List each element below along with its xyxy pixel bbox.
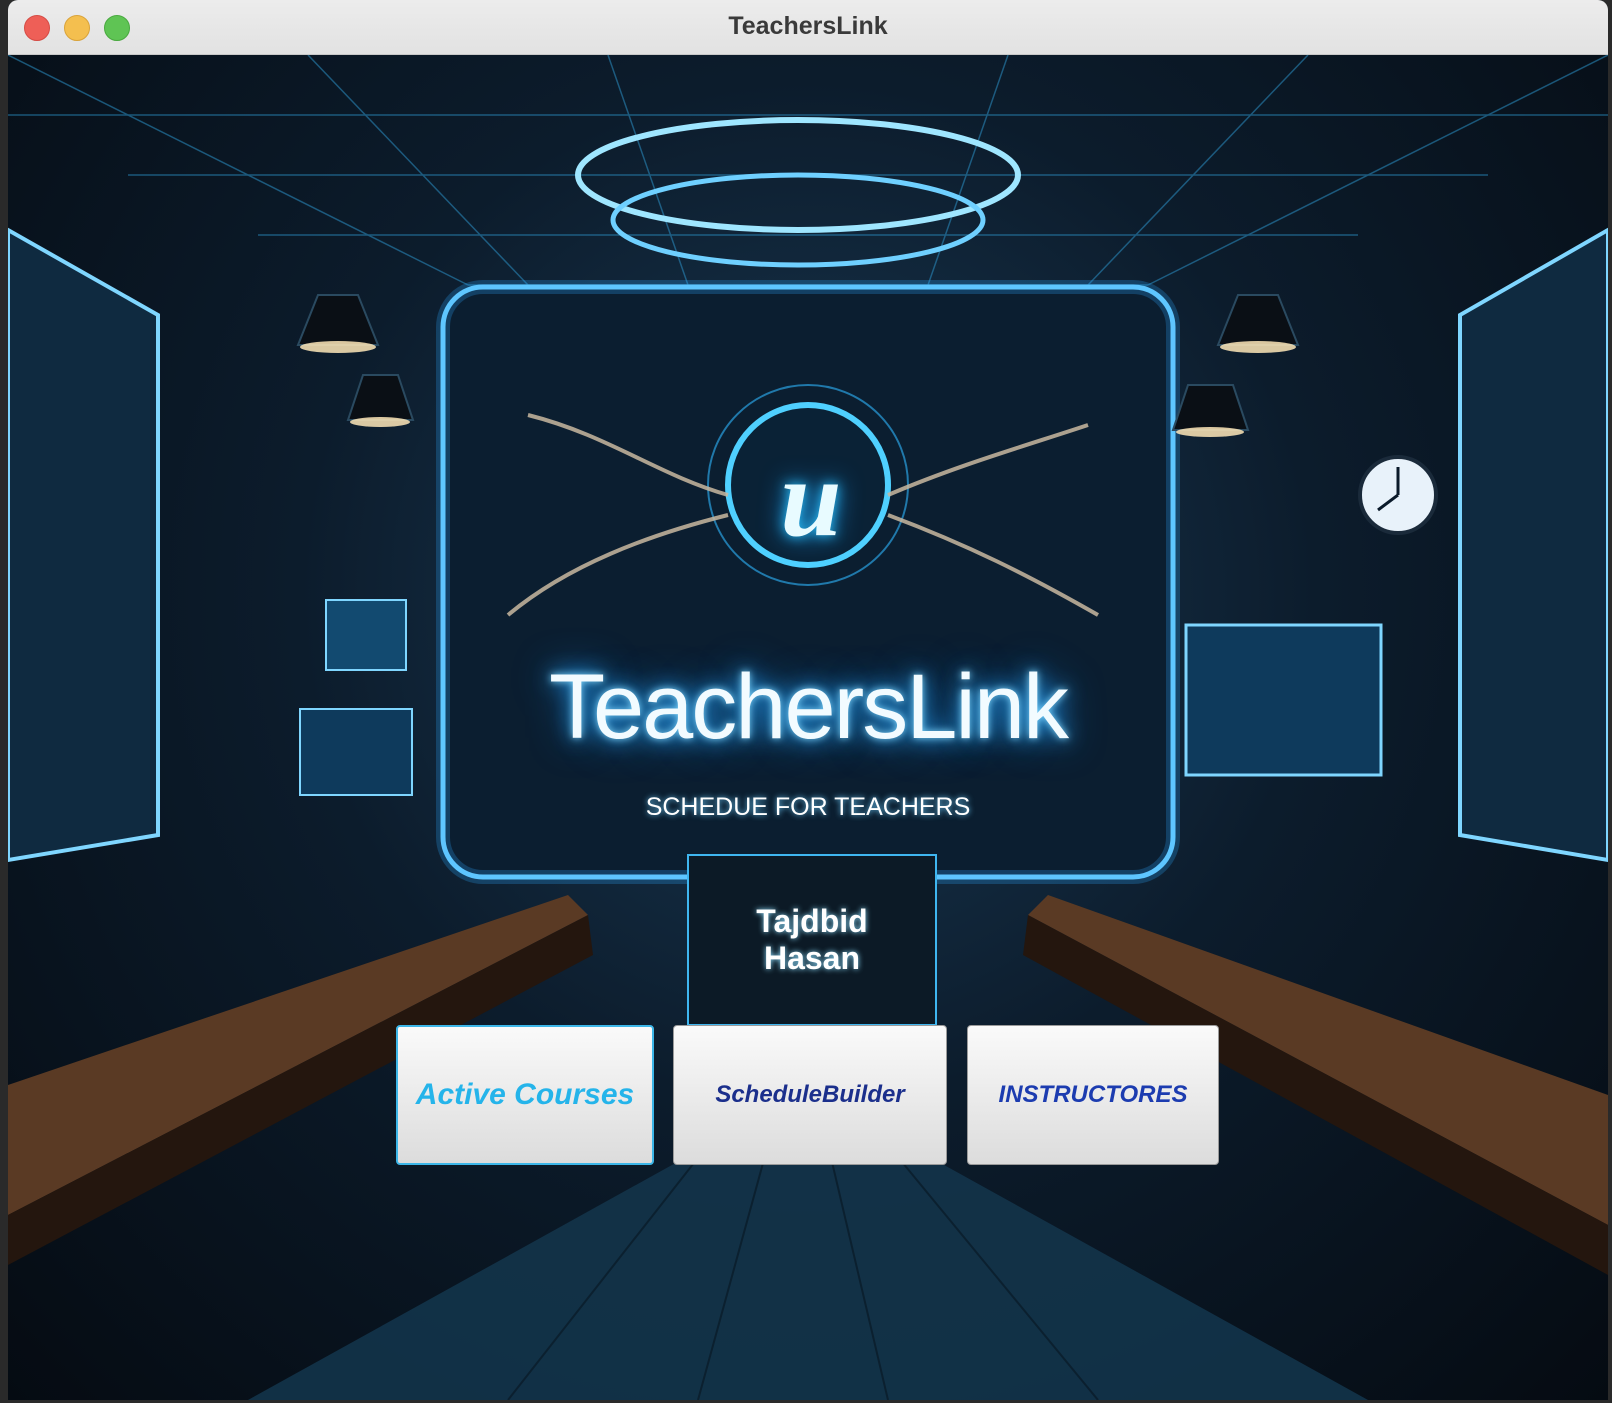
app-window: TeachersLink u TeachersLink SCHEDUE FOR … xyxy=(8,0,1608,1400)
instructores-button[interactable]: INSTRUCTORES xyxy=(967,1025,1219,1165)
background-classroom-image: u TeachersLink SCHEDUE FOR TEACHERS Tajd… xyxy=(8,55,1608,1400)
schedule-builder-button[interactable]: ScheduleBuilder xyxy=(673,1025,947,1165)
window-title: TeachersLink xyxy=(728,12,888,40)
logo-emblem: u xyxy=(780,437,842,559)
hero-title: TeachersLink xyxy=(548,656,1069,758)
hero-subtitle: SCHEDUE FOR TEACHERS xyxy=(645,793,971,821)
podium-name-sign: Tajdbid Hasan xyxy=(756,903,868,976)
active-courses-button[interactable]: Active Courses xyxy=(396,1025,654,1165)
title-bar: TeachersLink xyxy=(8,0,1608,55)
